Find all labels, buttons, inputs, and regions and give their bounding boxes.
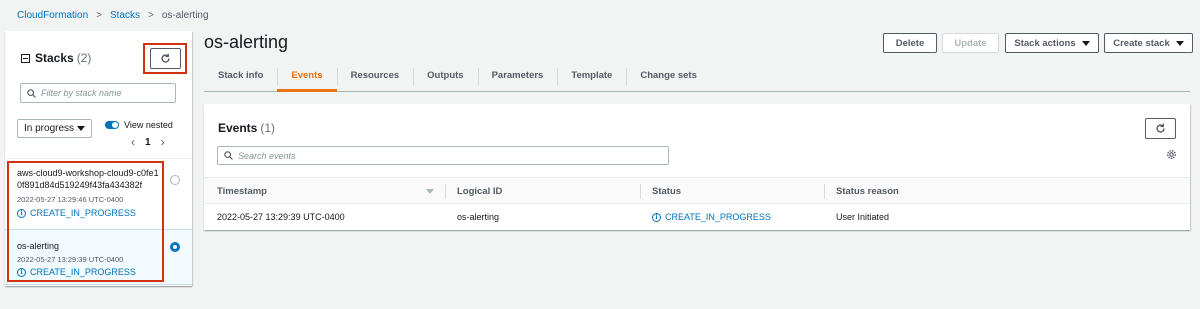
refresh-icon (161, 53, 170, 63)
stack-status: i CREATE_IN_PROGRESS (17, 267, 136, 277)
breadcrumb-current: os-alerting (161, 9, 209, 21)
tab-change-sets[interactable]: Change sets (626, 62, 711, 88)
view-nested-toggle[interactable]: View nested (105, 120, 173, 130)
stack-name: aws-cloud9-workshop-cloud9-c0fe1 0f891d8… (17, 167, 159, 191)
stack-actions-label: Stack actions (1014, 37, 1076, 49)
update-button[interactable]: Update (942, 33, 999, 53)
column-divider (445, 184, 446, 199)
tab-stack-info[interactable]: Stack info (204, 62, 277, 88)
create-stack-label: Create stack (1113, 37, 1170, 49)
column-header-status[interactable]: Status (652, 178, 681, 205)
view-nested-label: View nested (124, 120, 173, 130)
info-icon: i (17, 208, 26, 218)
chevron-right-icon: > (96, 9, 102, 21)
tab-resources[interactable]: Resources (336, 62, 414, 88)
page-number[interactable]: 1 (145, 137, 151, 148)
tab-parameters[interactable]: Parameters (477, 62, 558, 88)
events-title: Events (1) (218, 121, 275, 135)
stack-status: i CREATE_IN_PROGRESS (17, 208, 136, 218)
events-refresh-button[interactable] (1145, 118, 1176, 139)
event-status-reason: User Initiated (836, 212, 890, 222)
column-divider (824, 184, 825, 199)
events-search-input[interactable]: Search events (217, 146, 669, 165)
breadcrumb-cloudformation[interactable]: CloudFormation (17, 10, 88, 21)
stack-name-line: 0f891d84d519249f43fa434382f (17, 180, 143, 190)
toggle-switch[interactable] (105, 121, 119, 129)
events-table-header: Timestamp Logical ID Status Status reaso… (204, 177, 1190, 204)
search-icon (224, 151, 233, 160)
caret-down-icon (77, 126, 85, 131)
stacks-header: Stacks (2) (21, 51, 91, 65)
stack-time: 2022-05-27 13:29:39 UTC-0400 (17, 255, 124, 264)
stack-list-item[interactable]: os-alerting 2022-05-27 13:29:39 UTC-0400… (5, 229, 192, 285)
stack-name: os-alerting (17, 241, 60, 251)
event-status-text: CREATE_IN_PROGRESS (665, 212, 771, 222)
info-icon: i (652, 212, 661, 222)
stack-list-item[interactable]: aws-cloud9-workshop-cloud9-c0fe1 0f891d8… (5, 161, 192, 229)
chevron-right-icon[interactable]: › (161, 135, 165, 149)
stacks-count: (2) (76, 51, 92, 65)
stacks-title: Stacks (35, 51, 74, 65)
caret-down-icon (1081, 40, 1090, 46)
status-filter-value: In progress (24, 123, 75, 134)
event-logical-id: os-alerting (457, 212, 500, 222)
collapse-icon[interactable] (21, 53, 30, 63)
create-stack-button[interactable]: Create stack (1104, 33, 1193, 53)
tab-outputs[interactable]: Outputs (413, 62, 477, 88)
column-divider (640, 184, 641, 199)
breadcrumb-stacks[interactable]: Stacks (110, 10, 140, 21)
events-search-placeholder: Search events (238, 150, 296, 161)
pagination: ‹ 1 › (131, 135, 165, 149)
sidebar-refresh-button[interactable] (150, 48, 181, 69)
divider (5, 158, 192, 159)
breadcrumb: CloudFormation > Stacks > os-alerting (17, 8, 209, 22)
page-title: os-alerting (204, 32, 289, 52)
chevron-left-icon[interactable]: ‹ (131, 135, 135, 149)
stack-filter-placeholder: Filter by stack name (41, 88, 122, 98)
events-panel: Events (1) Search events Timestamp Logica… (204, 104, 1190, 230)
column-header-logical-id[interactable]: Logical ID (457, 178, 502, 205)
refresh-icon (1156, 123, 1165, 133)
stack-time: 2022-05-27 13:29:46 UTC-0400 (17, 195, 124, 204)
stack-name-line: aws-cloud9-workshop-cloud9-c0fe1 (17, 168, 159, 178)
info-icon: i (17, 267, 26, 277)
stacks-sidebar: Stacks (2) Filter by stack name In progr… (5, 31, 192, 286)
tab-template[interactable]: Template (557, 62, 626, 88)
search-icon (27, 88, 36, 98)
column-header-status-reason[interactable]: Status reason (836, 178, 899, 205)
tab-events[interactable]: Events (277, 62, 337, 92)
event-timestamp: 2022-05-27 13:29:39 UTC-0400 (217, 212, 345, 222)
events-count: (1) (260, 121, 276, 135)
stack-tabs: Stack info Events Resources Outputs Para… (204, 62, 1190, 92)
chevron-right-icon: > (148, 9, 154, 21)
caret-down-icon (1175, 40, 1184, 46)
event-status: i CREATE_IN_PROGRESS (652, 204, 771, 230)
sort-caret-icon[interactable] (426, 189, 434, 194)
column-header-timestamp[interactable]: Timestamp (217, 178, 267, 205)
stack-actions-button[interactable]: Stack actions (1005, 33, 1099, 53)
status-filter-select[interactable]: In progress (17, 119, 92, 138)
gear-icon[interactable] (1166, 149, 1177, 160)
stack-radio-selected[interactable] (170, 242, 180, 252)
stack-status-text: CREATE_IN_PROGRESS (30, 267, 136, 277)
stack-status-text: CREATE_IN_PROGRESS (30, 208, 136, 218)
stack-radio[interactable] (170, 175, 180, 185)
events-title-text: Events (218, 121, 258, 135)
delete-button[interactable]: Delete (883, 33, 937, 53)
stack-filter-input[interactable]: Filter by stack name (20, 83, 176, 103)
